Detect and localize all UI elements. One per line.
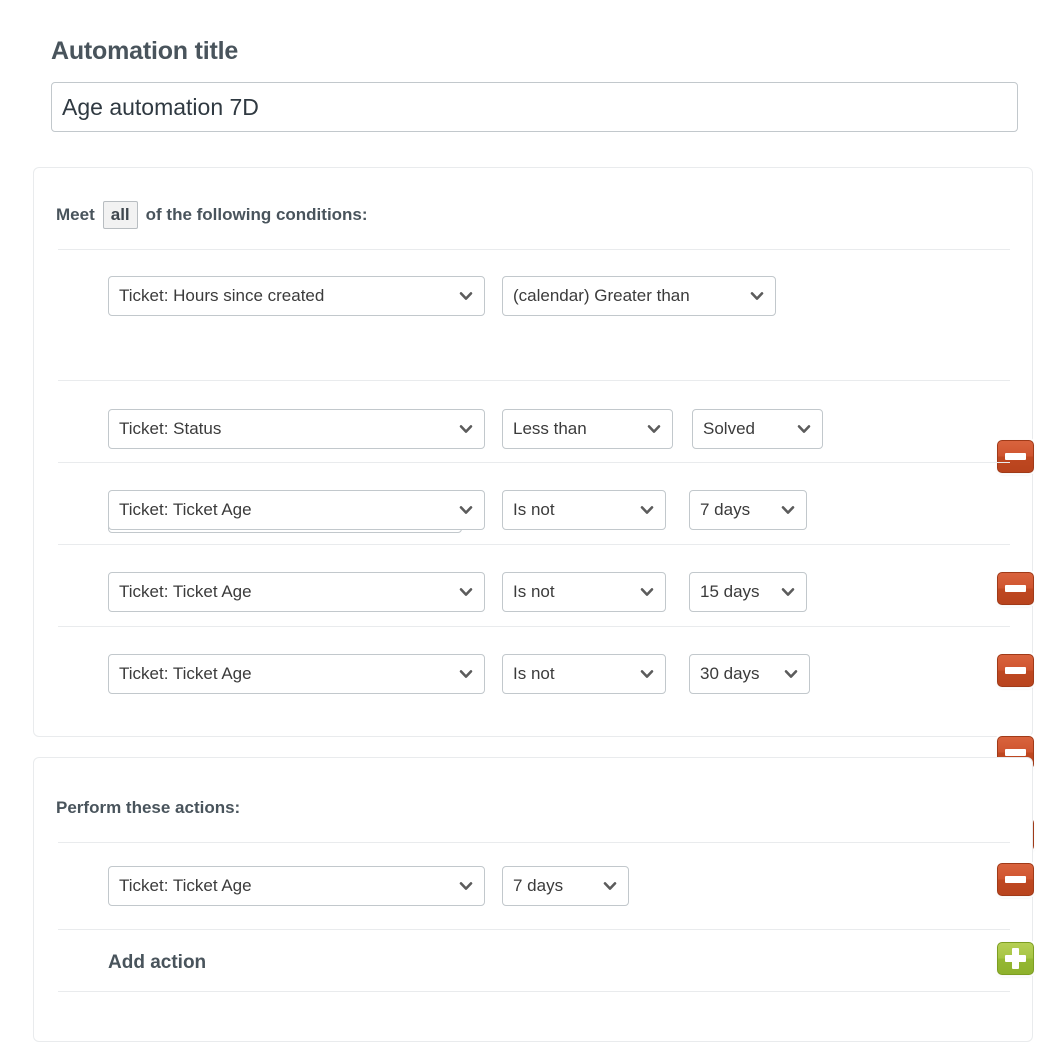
conditions-heading-prefix: Meet [56,205,95,224]
automation-editor-page: Automation title Meet all of the followi… [0,0,1056,1056]
condition-operator-select[interactable]: Is not [502,572,666,612]
divider [58,929,1010,930]
chevron-down-icon [781,506,795,514]
divider [58,462,1010,463]
automation-title-block: Automation title [51,36,1031,132]
condition-field-label: Ticket: Ticket Age [119,664,252,683]
condition-value-select[interactable]: 7 days [689,490,807,530]
condition-operator-select[interactable]: Less than [502,409,673,449]
divider [58,626,1010,627]
divider [58,380,1010,381]
chevron-down-icon [797,425,811,433]
conditions-heading-suffix: of the following conditions: [145,205,368,224]
add-action-label[interactable]: Add action [108,952,206,974]
condition-value-label: Solved [703,419,755,438]
plus-icon [1005,948,1026,969]
chevron-down-icon [459,588,473,596]
page-title: Automation title [51,37,239,65]
remove-condition-button[interactable] [997,440,1034,473]
condition-operator-label: (calendar) Greater than [513,286,690,305]
chevron-down-icon [459,425,473,433]
divider [58,249,1010,250]
condition-value-label: 15 days [700,582,760,601]
action-field-select[interactable]: Ticket: Ticket Age [108,866,485,906]
condition-operator-label: Is not [513,582,555,601]
minus-icon [1005,876,1026,883]
remove-condition-button[interactable] [997,654,1034,687]
condition-operator-label: Less than [513,419,587,438]
actions-heading: Perform these actions: [56,798,241,817]
automation-title-input[interactable] [51,82,1018,132]
divider [58,544,1010,545]
divider [58,842,1010,843]
condition-field-select[interactable]: Ticket: Ticket Age [108,654,485,694]
condition-value-select[interactable]: 30 days [689,654,810,694]
condition-operator-label: Is not [513,664,555,683]
condition-field-select[interactable]: Ticket: Ticket Age [108,490,485,530]
condition-field-label: Ticket: Ticket Age [119,582,252,601]
chevron-down-icon [459,670,473,678]
condition-value-select[interactable]: 15 days [689,572,807,612]
chevron-down-icon [647,425,661,433]
divider [58,991,1010,992]
condition-field-select[interactable]: Ticket: Status [108,409,485,449]
minus-icon [1005,667,1026,674]
condition-value-label: 7 days [700,500,751,519]
condition-field-select[interactable]: Ticket: Ticket Age [108,572,485,612]
condition-field-select[interactable]: Ticket: Hours since created [108,276,485,316]
conditions-panel: Meet all of the following conditions: Ti… [33,167,1034,851]
action-value-select[interactable]: 7 days [502,866,629,906]
minus-icon [1005,453,1026,460]
minus-icon [1005,749,1026,756]
chevron-down-icon [781,588,795,596]
chevron-down-icon [459,292,473,300]
chevron-down-icon [459,506,473,514]
condition-operator-select[interactable]: Is not [502,654,666,694]
chevron-down-icon [640,588,654,596]
chevron-down-icon [750,292,764,300]
action-value-label: 7 days [513,876,564,895]
remove-condition-button[interactable] [997,572,1034,605]
condition-value-label: 30 days [700,664,760,683]
minus-icon [1005,585,1026,592]
action-field-label: Ticket: Ticket Age [119,876,252,895]
condition-operator-select[interactable]: Is not [502,490,666,530]
condition-operator-label: Is not [513,500,555,519]
condition-field-label: Ticket: Status [119,419,222,438]
condition-operator-select[interactable]: (calendar) Greater than [502,276,776,316]
condition-field-label: Ticket: Ticket Age [119,500,252,519]
condition-value-select[interactable]: Solved [692,409,823,449]
remove-action-button[interactable] [997,863,1034,896]
chevron-down-icon [784,670,798,678]
chevron-down-icon [640,670,654,678]
chevron-down-icon [640,506,654,514]
chevron-down-icon [459,882,473,890]
actions-panel: Perform these actions: Ticket: Ticket Ag… [33,757,1034,1042]
add-action-button[interactable] [997,942,1034,975]
match-type-select[interactable]: all [102,201,138,229]
conditions-heading: Meet all of the following conditions: [56,201,368,229]
condition-field-label: Ticket: Hours since created [119,286,325,305]
chevron-down-icon [603,882,617,890]
